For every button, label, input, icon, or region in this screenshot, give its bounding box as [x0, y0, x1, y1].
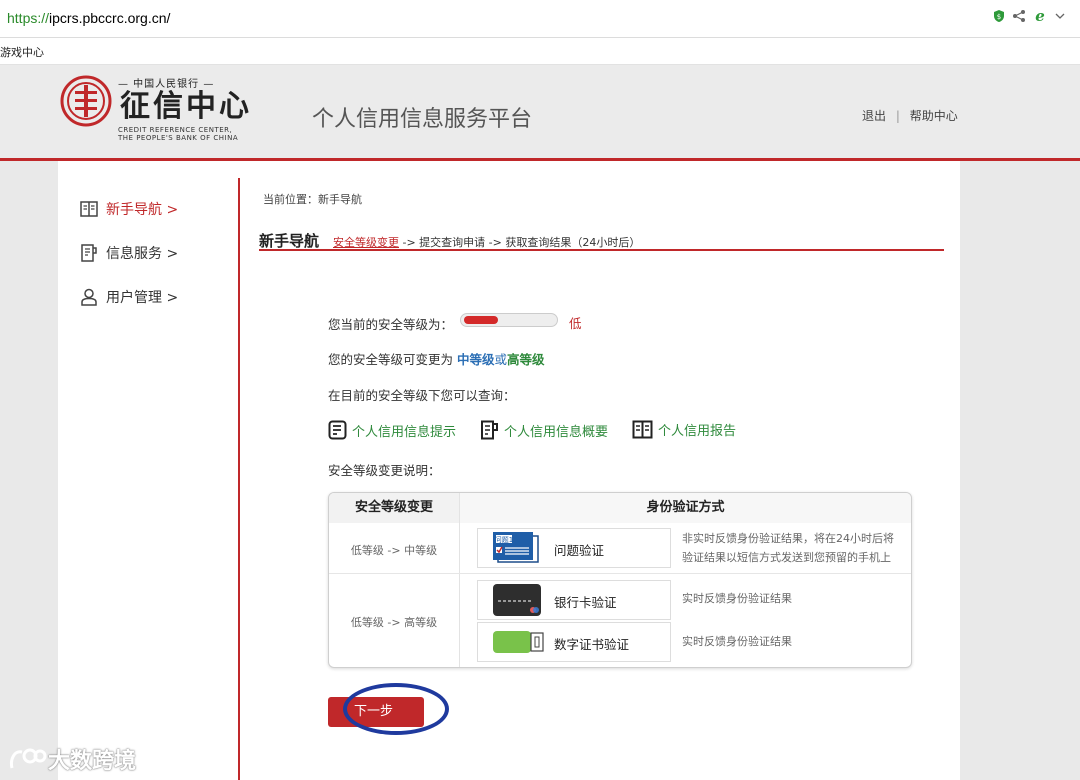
title-underline — [259, 249, 944, 251]
process-steps: 安全等级变更 -> 提交查询申请 -> 获取查询结果（24小时后） — [333, 234, 640, 250]
watermark-logo-icon — [10, 748, 47, 769]
change-prefix: 您的安全等级可变更为 — [328, 352, 457, 367]
browser-icons: $ e — [992, 8, 1066, 24]
logout-link[interactable]: 退出 — [862, 109, 886, 123]
table-row-level-low-to-medium: 低等级 -> 中等级 — [350, 544, 438, 557]
table-column-separator — [459, 493, 460, 667]
method-bank-card-verification[interactable]: 银行卡验证 — [477, 580, 671, 620]
sidebar-divider — [238, 178, 240, 780]
bank-card-icon — [493, 584, 541, 616]
logo-english-line-2: THE PEOPLE'S BANK OF CHINA — [118, 134, 239, 142]
security-level-bar — [460, 313, 558, 327]
explain-label: 安全等级变更说明： — [328, 463, 441, 478]
usb-key-icon — [493, 631, 544, 653]
table-row-separator — [329, 573, 911, 574]
breadcrumb: 当前位置：新手导航 — [263, 193, 362, 206]
query-link-credit-report[interactable]: 个人信用报告 — [632, 420, 736, 439]
header-links: 退出 | 帮助中心 — [862, 107, 958, 124]
security-level-fill — [464, 316, 498, 324]
book-icon — [80, 201, 98, 217]
content-panel — [58, 161, 960, 780]
header-link-separator: | — [895, 109, 900, 123]
favorite-link-game-center[interactable]: 游戏中心 — [0, 44, 44, 60]
sidebar-item-user-management[interactable]: 用户管理 > — [80, 287, 178, 307]
annotation-circle — [343, 683, 449, 735]
method-question-verification[interactable]: 问题1 问题验证 — [477, 528, 671, 568]
watermark: 大数跨境 — [8, 743, 136, 775]
browser-address-bar[interactable]: https://ipcrs.pbccrc.org.cn/ $ e — [0, 0, 1080, 38]
change-or: 或 — [494, 352, 508, 367]
method-digital-certificate-verification[interactable]: 数字证书验证 — [477, 622, 671, 662]
table-header-level-change: 安全等级变更 — [329, 493, 459, 523]
chevron-down-icon[interactable] — [1054, 10, 1066, 22]
current-level-value: 低 — [569, 316, 582, 331]
query-link-label: 个人信用信息提示 — [352, 424, 457, 440]
verification-table: 安全等级变更 身份验证方式 低等级 -> 中等级 低等级 -> 高等级 问题1 … — [328, 492, 912, 668]
method-description-question: 非实时反馈身份验证结果，将在24小时后将 验证结果以短信方式发送到您预留的手机上 — [682, 529, 894, 567]
site-header: — 中国人民银行 — 征信中心 CREDIT REFERENCE CENTER,… — [0, 65, 1080, 161]
query-link-label: 个人信用报告 — [658, 424, 737, 439]
share-icon[interactable] — [1012, 9, 1026, 23]
question-form-icon: 问题1 — [493, 532, 539, 563]
shield-icon[interactable]: $ — [992, 9, 1006, 23]
query-link-label: 个人信用信息概要 — [504, 424, 609, 440]
high-level-link[interactable]: 高等级 — [507, 352, 545, 367]
help-center-link[interactable]: 帮助中心 — [910, 109, 958, 123]
can-query-label: 在目前的安全等级下您可以查询： — [328, 388, 516, 403]
url-scheme: https:// — [7, 10, 50, 26]
change-level-text: 您的安全等级可变更为 中等级或高等级 — [328, 349, 545, 368]
sidebar-item-label: 信息服务 > — [106, 246, 179, 262]
book-icon — [632, 420, 653, 439]
method-description-bank-card: 实时反馈身份验证结果 — [682, 592, 792, 605]
medium-level-link[interactable]: 中等级 — [457, 352, 495, 367]
user-icon — [81, 288, 97, 306]
platform-title: 个人信用信息服务平台 — [312, 107, 533, 132]
description-line-1: 非实时反馈身份验证结果，将在24小时后将 — [682, 532, 894, 545]
page-title: 新手导航 — [259, 232, 320, 250]
url-host: ipcrs.pbccrc.org.cn/ — [49, 10, 171, 26]
step-security-level-change-link[interactable]: 安全等级变更 — [333, 236, 399, 249]
steps-rest: -> 提交查询申请 -> 获取查询结果（24小时后） — [399, 236, 641, 249]
query-link-credit-info-summary[interactable]: 个人信用信息概要 — [480, 420, 608, 440]
method-label: 问题验证 — [554, 543, 605, 558]
query-link-credit-info-tips[interactable]: 个人信用信息提示 — [328, 420, 456, 440]
sidebar-item-label: 用户管理 > — [106, 290, 179, 306]
watermark-text: 大数跨境 — [48, 749, 137, 774]
sidebar-item-info-service[interactable]: 信息服务 > — [80, 243, 178, 263]
question-icon-text: 问题1 — [495, 536, 513, 544]
description-line-2: 验证结果以短信方式发送到您预留的手机上 — [682, 551, 891, 564]
ie-icon[interactable]: e — [1032, 8, 1048, 24]
credit-center-logo-icon — [60, 75, 112, 127]
sidebar-item-label: 新手导航 > — [106, 202, 179, 218]
svg-text:e: e — [1035, 8, 1045, 24]
note-icon — [328, 420, 347, 440]
svg-text:$: $ — [997, 13, 1001, 21]
url-text[interactable]: https://ipcrs.pbccrc.org.cn/ — [7, 10, 170, 26]
method-label: 数字证书验证 — [554, 637, 630, 652]
document-icon — [81, 244, 97, 262]
logo-english-line-1: CREDIT REFERENCE CENTER, — [118, 126, 233, 134]
method-label: 银行卡验证 — [554, 595, 617, 610]
favorites-bar: 游戏中心 — [0, 38, 1080, 65]
method-description-certificate: 实时反馈身份验证结果 — [682, 635, 792, 648]
logo-title: 征信中心 — [120, 89, 252, 124]
sidebar-item-beginner-guide[interactable]: 新手导航 > — [80, 199, 178, 219]
table-header-verification-method: 身份验证方式 — [460, 493, 911, 523]
document-icon — [481, 420, 498, 440]
current-level-label: 您当前的安全等级为： — [328, 317, 454, 332]
table-row-level-low-to-high: 低等级 -> 高等级 — [350, 616, 438, 629]
